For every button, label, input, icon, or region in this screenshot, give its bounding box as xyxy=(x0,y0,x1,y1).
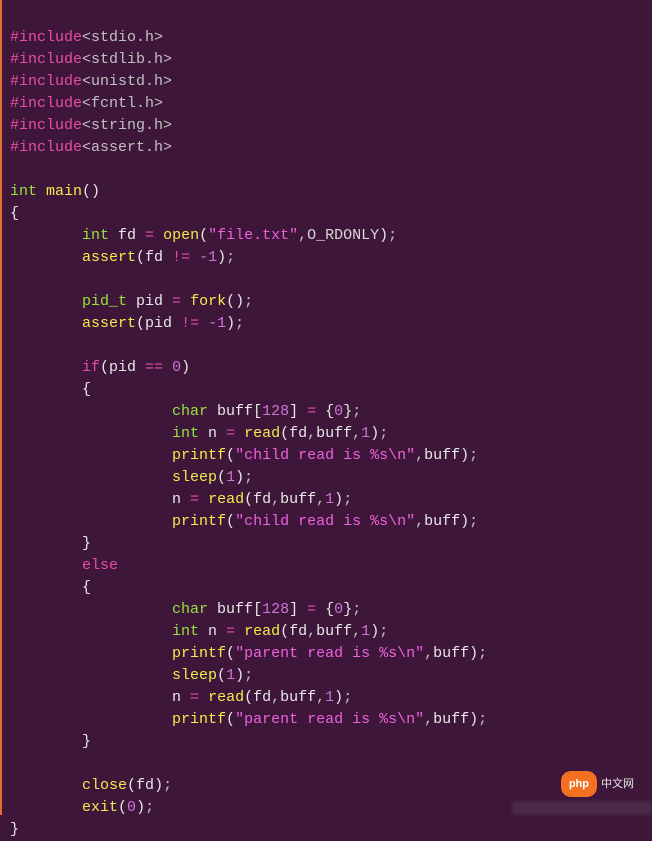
include-hdr: <assert.h> xyxy=(82,139,172,156)
brace: { xyxy=(10,205,19,222)
func-name: main xyxy=(46,183,82,200)
type: int xyxy=(82,227,109,244)
blur-strip xyxy=(512,801,652,815)
badge-pill: php xyxy=(561,771,597,797)
watermark-badge: php 中文网 xyxy=(561,771,634,797)
include-hdr: <fcntl.h> xyxy=(82,95,163,112)
code-block: #include<stdio.h> #include<stdlib.h> #in… xyxy=(10,5,644,841)
keyword-else: else xyxy=(82,557,118,574)
string-lit: "file.txt" xyxy=(208,227,298,244)
include-dir: #include xyxy=(10,95,82,112)
keyword-if: if xyxy=(82,359,100,376)
include-dir: #include xyxy=(10,117,82,134)
include-dir: #include xyxy=(10,51,82,68)
include-hdr: <string.h> xyxy=(82,117,172,134)
return-type: int xyxy=(10,183,37,200)
include-hdr: <stdio.h> xyxy=(82,29,163,46)
include-dir: #include xyxy=(10,73,82,90)
params: () xyxy=(82,183,100,200)
include-hdr: <unistd.h> xyxy=(82,73,172,90)
include-dir: #include xyxy=(10,139,82,156)
include-hdr: <stdlib.h> xyxy=(82,51,172,68)
include-dir: #include xyxy=(10,29,82,46)
brace: } xyxy=(10,821,19,838)
badge-text: 中文网 xyxy=(601,773,634,795)
